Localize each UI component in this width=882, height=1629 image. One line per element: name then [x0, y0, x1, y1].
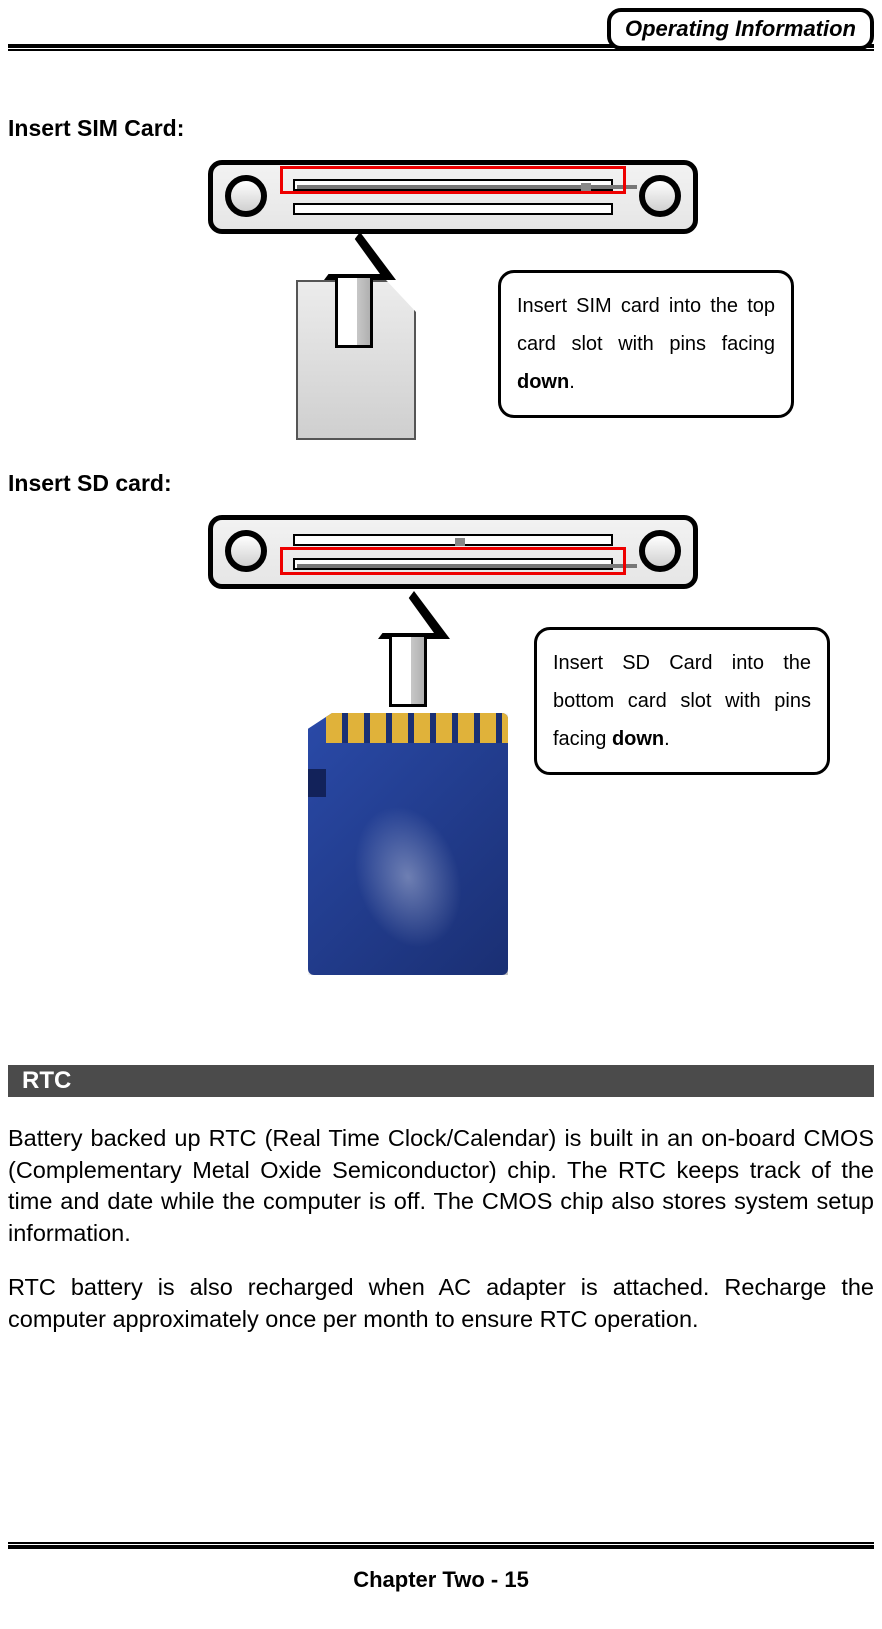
- device-left-circle-icon: [225, 530, 267, 572]
- bottom-card-slot: [293, 203, 613, 215]
- sd-lock-notch-icon: [308, 769, 326, 797]
- sim-section-title: Insert SIM Card:: [8, 115, 874, 142]
- footer-text: Chapter Two - 15: [8, 1567, 874, 1593]
- up-arrow-icon: [324, 232, 384, 348]
- sd-callout-bold: down: [612, 728, 664, 750]
- sd-card-icon: [308, 713, 508, 975]
- sim-callout-text: Insert SIM card into the top card slot w…: [517, 295, 775, 355]
- top-card-slot: [293, 534, 613, 546]
- sd-callout-post: .: [664, 728, 670, 750]
- rtc-paragraph-1: Battery backed up RTC (Real Time Clock/C…: [8, 1123, 874, 1250]
- up-arrow-icon: [378, 591, 438, 707]
- sd-callout-text: Insert SD Card into the bottom card slot…: [553, 652, 811, 750]
- sim-callout-post: .: [569, 371, 575, 393]
- sim-callout-bold: down: [517, 371, 569, 393]
- sd-section-title: Insert SD card:: [8, 470, 874, 497]
- rtc-section-bar: RTC: [8, 1065, 874, 1097]
- page-footer: Chapter Two - 15: [8, 1542, 874, 1593]
- sim-figure: Insert SIM card into the top card slot w…: [8, 160, 874, 460]
- sd-figure: Insert SD Card into the bottom card slot…: [8, 515, 874, 1045]
- sd-contacts-icon: [326, 713, 508, 743]
- device-right-circle-icon: [639, 175, 681, 217]
- highlight-top-slot: [280, 166, 626, 194]
- sd-callout: Insert SD Card into the bottom card slot…: [534, 627, 830, 775]
- device-right-circle-icon: [639, 530, 681, 572]
- sim-callout: Insert SIM card into the top card slot w…: [498, 270, 794, 418]
- rtc-paragraph-2: RTC battery is also recharged when AC ad…: [8, 1272, 874, 1335]
- slot-cap: [455, 538, 465, 546]
- device-left-circle-icon: [225, 175, 267, 217]
- sd-shine: [325, 777, 492, 976]
- highlight-bottom-slot: [280, 547, 626, 575]
- header-tag: Operating Information: [607, 8, 874, 50]
- bottom-rule: [8, 1542, 874, 1549]
